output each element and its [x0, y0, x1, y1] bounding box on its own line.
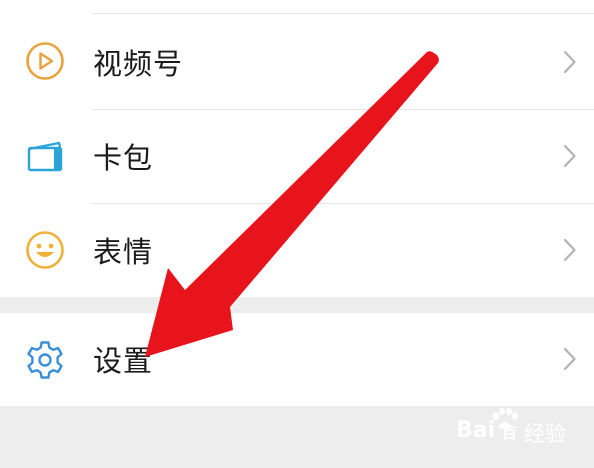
menu-item-label: 表情 — [93, 235, 154, 269]
play-circle-icon — [26, 42, 64, 80]
chevron-right-icon — [563, 347, 576, 371]
watermark-brand-suffix: 百 — [502, 424, 518, 442]
menu-item-settings[interactable]: 设置 — [0, 313, 594, 406]
gear-icon — [27, 341, 63, 379]
chevron-right-icon — [563, 50, 576, 74]
baidu-jingyan-watermark: Bai 百 经验 — [452, 408, 582, 448]
watermark-product: 经验 — [524, 422, 566, 446]
smiley-icon — [26, 231, 64, 269]
settings-label: 设置 — [93, 344, 154, 378]
divider — [92, 13, 594, 14]
menu-item-label: 卡包 — [93, 141, 154, 175]
chevron-right-icon — [563, 144, 576, 168]
wechat-me-screen: 视频号 卡包 表情 设置 Bai 百 经验 — [0, 0, 594, 468]
menu-item-label: 视频号 — [93, 47, 184, 81]
menu-item-card-wallet[interactable]: 卡包 — [0, 110, 594, 204]
watermark-brand: Bai — [456, 418, 496, 443]
menu-item-stickers[interactable]: 表情 — [0, 204, 594, 298]
chevron-right-icon — [563, 238, 576, 262]
menu-group-main: 视频号 卡包 表情 — [0, 0, 594, 297]
menu-item-channels[interactable]: 视频号 — [0, 16, 594, 110]
card-wallet-icon — [27, 141, 63, 172]
menu-group-settings: 设置 — [0, 313, 594, 406]
